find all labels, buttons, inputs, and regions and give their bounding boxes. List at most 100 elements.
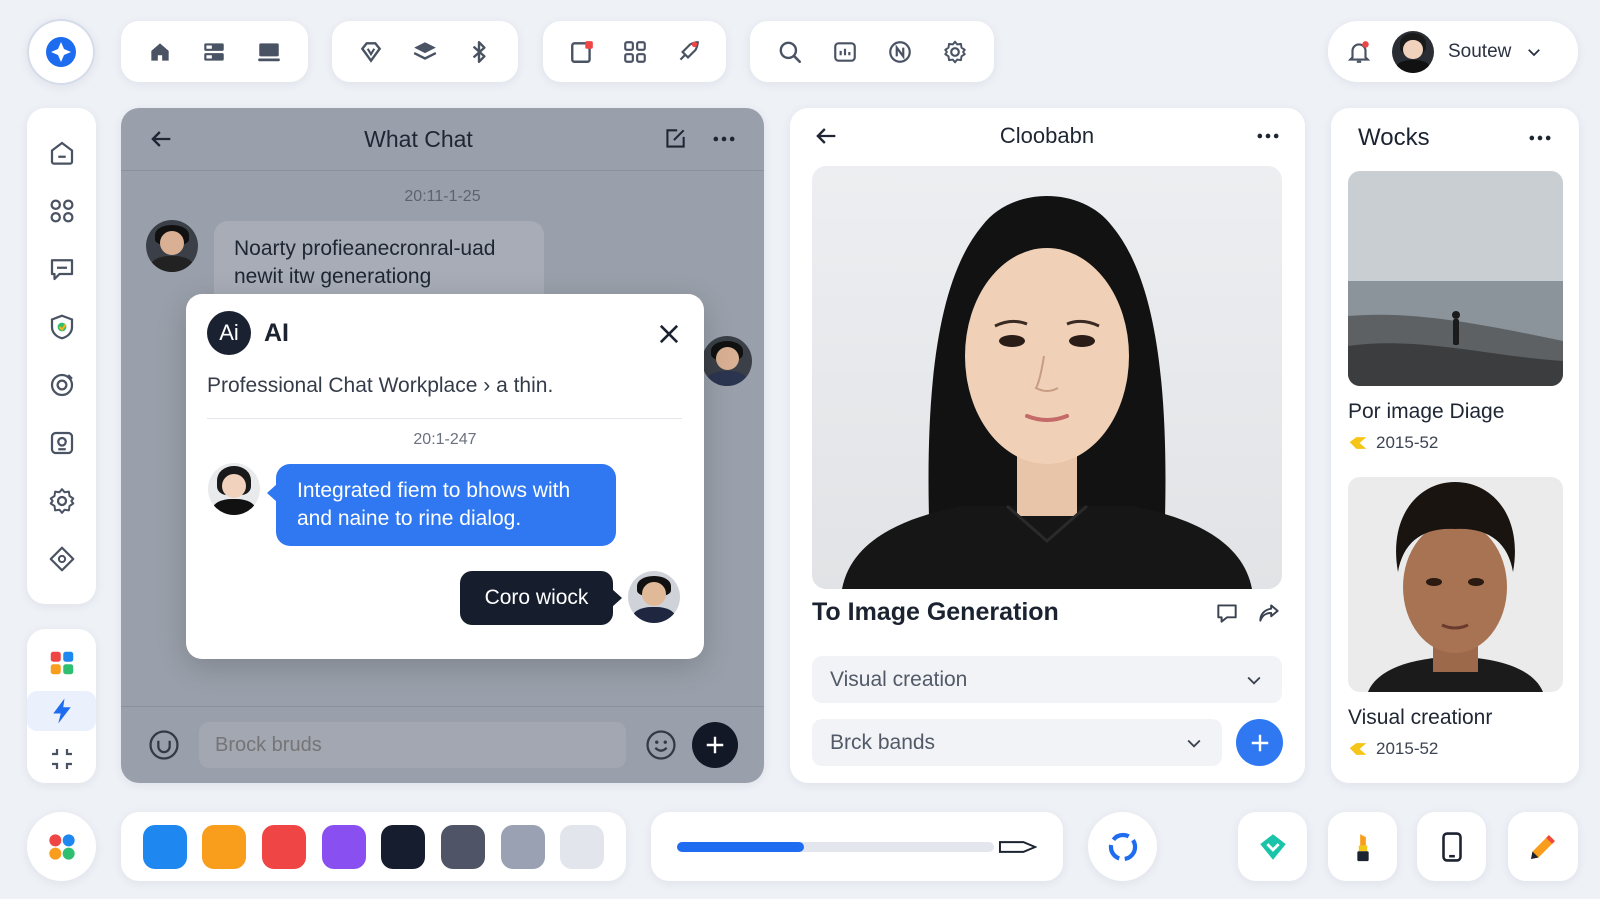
- sidebar-expand-icon[interactable]: [42, 739, 82, 779]
- share-icon[interactable]: [1256, 600, 1282, 626]
- more-options-icon[interactable]: [1526, 124, 1554, 152]
- diamond-icon[interactable]: [354, 35, 388, 69]
- pencil-tool-button[interactable]: [1508, 812, 1578, 881]
- chevron-down-icon: [1247, 676, 1261, 685]
- work-date: 2015-52: [1348, 433, 1438, 453]
- work-title[interactable]: Por image Diage: [1348, 400, 1504, 424]
- back-arrow-icon[interactable]: [147, 125, 175, 153]
- edit-icon[interactable]: [662, 126, 688, 152]
- add-generation-button[interactable]: [1236, 719, 1283, 766]
- toolbar-tools: [332, 21, 518, 82]
- message-input[interactable]: [199, 722, 626, 768]
- close-icon[interactable]: [655, 320, 683, 348]
- works-title: Wocks: [1358, 124, 1430, 151]
- color-swatch-6[interactable]: [500, 824, 545, 869]
- logo-icon: [46, 37, 76, 67]
- toolbar-workspace: [543, 21, 726, 82]
- rocket-icon[interactable]: [671, 35, 705, 69]
- dialog-title: AI: [264, 318, 289, 347]
- work-thumbnail-portrait[interactable]: [1348, 477, 1563, 692]
- color-swatch-2[interactable]: [262, 824, 307, 869]
- dashboard-icon[interactable]: [197, 35, 231, 69]
- toolbar-utilities: [750, 21, 994, 82]
- bell-icon[interactable]: [1342, 35, 1376, 69]
- sidebar-colorful-apps-icon[interactable]: [42, 643, 82, 683]
- work-title[interactable]: Visual creationr: [1348, 706, 1492, 730]
- sidebar-messages-icon[interactable]: [42, 249, 82, 289]
- chat-timestamp: 20:11-1-25: [404, 188, 481, 205]
- outgoing-message-bubble: Integrated fiem to bhows with and naine …: [267, 464, 616, 546]
- stroke-slider-track[interactable]: [677, 841, 994, 852]
- color-swatch-5[interactable]: [440, 824, 485, 869]
- loading-spinner-button[interactable]: [1088, 812, 1157, 881]
- user-avatar[interactable]: [1392, 30, 1434, 73]
- home-icon[interactable]: [143, 35, 177, 69]
- attachment-icon[interactable]: [147, 728, 181, 762]
- bluetooth-icon[interactable]: [462, 35, 496, 69]
- work-thumbnail-beach[interactable]: [1348, 171, 1563, 386]
- apps-launcher-button[interactable]: [27, 812, 96, 881]
- color-swatch-4[interactable]: [381, 824, 426, 869]
- search-icon[interactable]: [773, 35, 807, 69]
- n-circle-icon[interactable]: [883, 35, 917, 69]
- plus-icon: [706, 736, 724, 754]
- generated-portrait-image[interactable]: [812, 166, 1282, 589]
- stroke-slider-fill: [677, 841, 804, 852]
- dialog-subtitle: Professional Chat Workplace › a thin.: [207, 374, 554, 397]
- gem-tool-button[interactable]: [1238, 812, 1307, 881]
- emoji-icon[interactable]: [644, 728, 678, 762]
- reply-text: Coro wiock: [484, 586, 589, 609]
- sidebar-location-icon[interactable]: [42, 423, 82, 463]
- send-plus-button[interactable]: [692, 722, 738, 768]
- comment-icon[interactable]: [1214, 600, 1240, 626]
- reply-avatar: [628, 571, 680, 623]
- portrait-illustration: [842, 196, 1252, 589]
- sidebar-target-icon[interactable]: [42, 365, 82, 405]
- more-options-icon[interactable]: [710, 125, 738, 153]
- pen-tip-icon[interactable]: [998, 837, 1037, 857]
- user-area: Soutew: [1328, 21, 1578, 82]
- mobile-preview-button[interactable]: [1417, 812, 1486, 881]
- reply-bubble[interactable]: Coro wiock: [460, 571, 622, 625]
- grid-icon[interactable]: [618, 35, 652, 69]
- incoming-message-bubble: Noarty profieanecronral-uad newit itw ge…: [214, 221, 544, 305]
- sidebar-apps-icon[interactable]: [42, 191, 82, 231]
- sidebar-shield-icon[interactable]: [42, 307, 82, 347]
- portrait-illustration: [1348, 477, 1563, 692]
- colorful-apps-icon: [48, 833, 75, 860]
- contact-avatar: [146, 220, 198, 272]
- select-primary-value: Visual creation: [830, 667, 968, 691]
- brand-select[interactable]: Brck bands: [812, 719, 1222, 766]
- color-swatch-7[interactable]: [560, 824, 605, 869]
- user-name[interactable]: Soutew: [1448, 41, 1511, 63]
- badge-icon: [1349, 437, 1367, 449]
- settings-gear-icon[interactable]: [938, 35, 972, 69]
- monitor-icon[interactable]: [252, 35, 286, 69]
- color-swatch-3[interactable]: [321, 824, 366, 869]
- more-options-icon[interactable]: [1254, 122, 1282, 150]
- color-swatch-1[interactable]: [202, 824, 247, 869]
- visual-creation-select[interactable]: Visual creation: [812, 656, 1282, 703]
- sidebar-diamond-icon[interactable]: [42, 539, 82, 579]
- ai-dialog: Ai AI Professional Chat Workplace › a th…: [186, 294, 704, 659]
- stroke-slider-card: [651, 812, 1063, 881]
- plus-icon: [1251, 734, 1268, 751]
- sidebar-settings-icon[interactable]: [42, 481, 82, 521]
- ai-badge: Ai: [207, 311, 251, 355]
- app-logo-button[interactable]: [27, 19, 95, 85]
- analytics-icon[interactable]: [828, 35, 862, 69]
- layers-icon[interactable]: [408, 35, 442, 69]
- sidebar-lightning-icon[interactable]: [27, 691, 96, 731]
- beach-illustration: [1348, 171, 1563, 386]
- color-swatch-0[interactable]: [142, 824, 187, 869]
- mobile-icon: [1441, 831, 1462, 862]
- select-secondary-value: Brck bands: [830, 730, 936, 754]
- chat-input-bar: [121, 706, 764, 783]
- notification-square-icon[interactable]: [565, 35, 599, 69]
- chat-title: What Chat: [364, 125, 473, 152]
- back-arrow-icon[interactable]: [812, 122, 840, 150]
- chevron-down-icon[interactable]: [1525, 43, 1543, 61]
- lipstick-tool-button[interactable]: [1328, 812, 1397, 881]
- sidebar-home-icon[interactable]: [42, 133, 82, 173]
- dialog-divider: [207, 418, 682, 419]
